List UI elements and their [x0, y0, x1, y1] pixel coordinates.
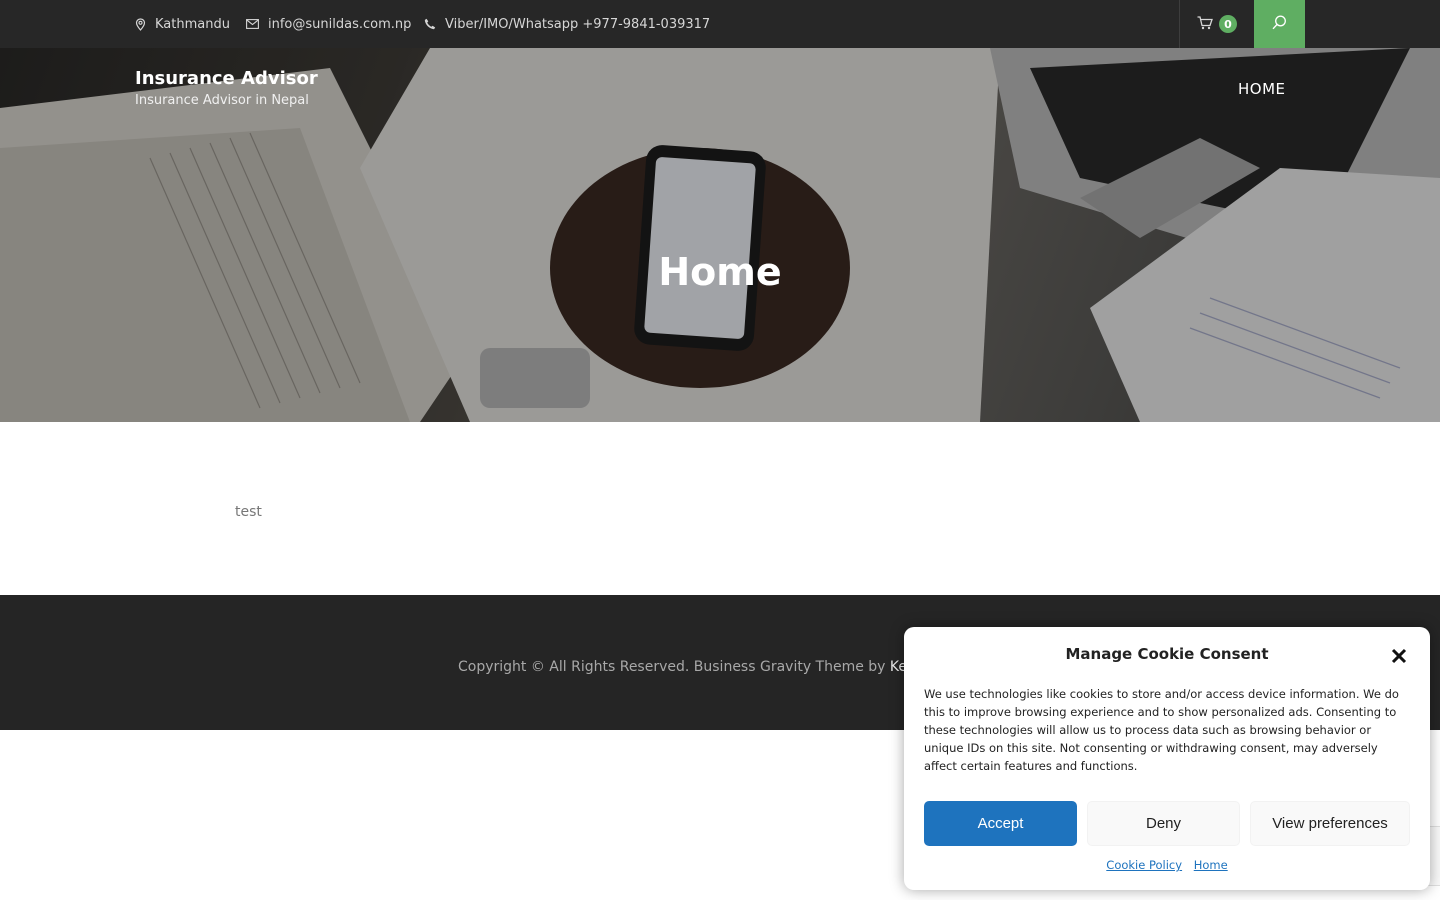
- search-button[interactable]: [1254, 0, 1305, 48]
- nav-item-home[interactable]: HOME: [1238, 80, 1286, 98]
- cookie-dialog-title: Manage Cookie Consent: [1065, 645, 1269, 663]
- cookie-policy-link[interactable]: Cookie Policy: [1106, 858, 1182, 872]
- accept-button[interactable]: Accept: [924, 801, 1077, 846]
- site-title[interactable]: Insurance Advisor: [135, 68, 318, 89]
- cart-icon: [1197, 15, 1213, 34]
- home-link[interactable]: Home: [1194, 858, 1228, 872]
- site-tagline: Insurance Advisor in Nepal: [135, 93, 309, 108]
- cart-count-badge: 0: [1219, 15, 1237, 33]
- location-info: Kathmandu: [135, 0, 230, 48]
- location-text: Kathmandu: [155, 16, 230, 32]
- phone-text[interactable]: Viber/IMO/Whatsapp +977-9841-039317: [445, 17, 710, 32]
- cookie-consent-dialog: Manage Cookie Consent We use technologie…: [904, 627, 1430, 890]
- phone-info[interactable]: Viber/IMO/Whatsapp +977-9841-039317: [424, 0, 710, 48]
- phone-icon: [424, 18, 436, 30]
- view-preferences-button[interactable]: View preferences: [1250, 801, 1410, 846]
- hero-banner: Insurance Advisor Insurance Advisor in N…: [0, 48, 1440, 422]
- search-icon: [1272, 15, 1287, 34]
- email-info[interactable]: info@sunildas.com.np: [246, 0, 411, 48]
- cookie-dialog-links: Cookie Policy Home: [904, 858, 1430, 872]
- close-icon[interactable]: [1388, 645, 1410, 667]
- copyright-text: Copyright © All Rights Reserved. Busines…: [458, 659, 886, 675]
- top-info-bar: Kathmandu info@sunildas.com.np Viber/IMO…: [0, 0, 1440, 48]
- cart-button[interactable]: 0: [1179, 0, 1254, 48]
- page-title: Home: [658, 250, 782, 294]
- deny-button[interactable]: Deny: [1087, 801, 1240, 846]
- page-content-text: test: [235, 504, 262, 520]
- cookie-dialog-body: We use technologies like cookies to stor…: [924, 687, 1399, 773]
- envelope-icon: [246, 19, 259, 29]
- email-link[interactable]: info@sunildas.com.np: [268, 17, 411, 32]
- map-pin-icon: [135, 17, 146, 31]
- footer-copyright: Copyright © All Rights Reserved. Busines…: [458, 659, 907, 675]
